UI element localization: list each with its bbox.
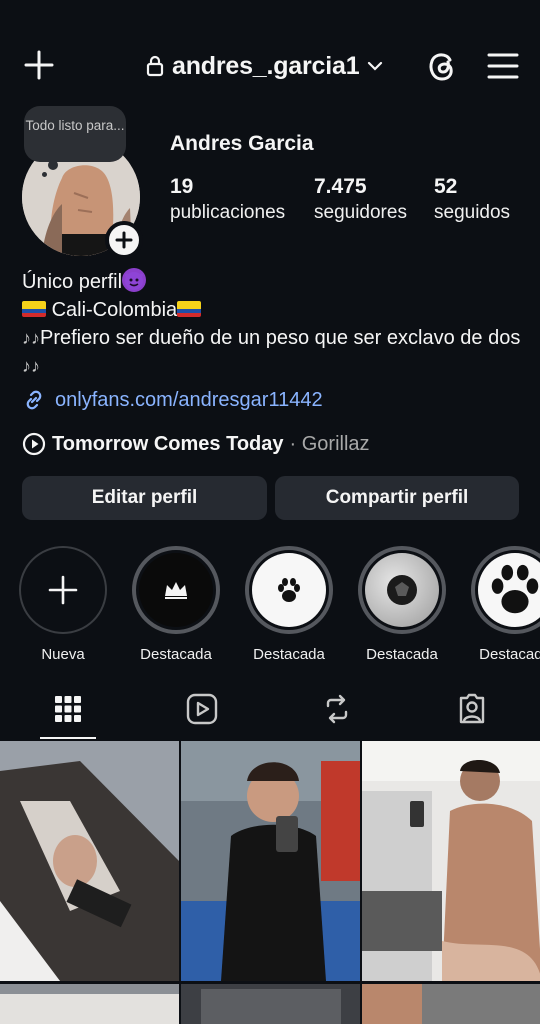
active-tab-indicator [40,737,96,739]
bio: Único perfil Cali-Colombia ♪♪Prefiero se… [22,268,527,380]
edit-profile-button[interactable]: Editar perfil [22,476,267,520]
highlight-label: Destacada [140,646,212,663]
lock-icon [146,55,164,77]
reels-icon[interactable] [185,692,219,726]
colombia-flag-icon [22,301,46,317]
tagged-icon[interactable] [455,692,489,726]
highlight-item[interactable]: Destacada [132,546,220,663]
chevron-down-icon [368,61,383,71]
stat-label: publicaciones [170,202,286,223]
post-thumbnail[interactable] [181,741,360,981]
play-circle-icon [22,432,46,456]
threads-icon[interactable] [424,48,460,84]
profile-note[interactable]: Todo listo para... [24,106,126,162]
post-thumbnail[interactable] [362,983,540,1024]
menu-icon[interactable] [486,50,520,82]
ball-icon [387,575,417,605]
share-profile-button[interactable]: Compartir perfil [275,476,519,520]
song-artist: · Gorillaz [289,432,370,455]
stat-label: seguidores [314,202,407,223]
post-thumbnail[interactable] [181,983,360,1024]
bio-line-2: Cali-Colombia [51,299,178,321]
highlight-item[interactable]: Destacada [471,546,540,663]
reposts-icon[interactable] [320,692,354,726]
highlight-label: Nueva [41,646,85,663]
highlight-label: Destacada [366,646,438,663]
post-thumbnail[interactable] [362,741,540,981]
stat-followers[interactable]: 7.475 seguidores [314,174,407,226]
crown-icon [165,582,187,599]
grid-icon[interactable] [51,692,85,726]
highlight-item[interactable]: Destacada [358,546,446,663]
paw-icon [491,564,539,614]
profile-link[interactable]: onlyfans.com/andresgar11442 [22,388,323,412]
add-story-button[interactable] [105,221,143,259]
song-title: Tomorrow Comes Today [52,432,284,455]
highlight-item[interactable]: Destacada [245,546,333,663]
music-notes-icon: ♪♪ [22,328,40,348]
paw-icon [278,578,300,602]
stat-value: 7.475 [314,175,367,198]
post-thumbnail[interactable] [0,741,179,981]
bio-line-3: Prefiero ser dueño de un peso que ser ex… [40,327,521,349]
account-switcher[interactable]: andres_.garcia1 [146,48,383,84]
stat-following[interactable]: 52 seguidos [434,174,510,226]
highlight-label: Destacada [479,646,540,663]
stat-value: 52 [434,175,458,198]
music-notes-icon: ♪♪ [22,356,40,376]
highlight-label: Destacada [253,646,325,663]
plus-icon [48,575,78,605]
devil-emoji-icon [122,268,147,292]
link-icon [26,390,42,410]
plus-icon [115,231,133,249]
post-thumbnail[interactable] [0,983,179,1024]
stat-value: 19 [170,175,194,198]
plus-icon[interactable] [22,48,56,82]
highlight-new[interactable]: Nueva [19,546,107,663]
colombia-flag-icon [177,301,202,317]
profile-link-text: onlyfans.com/andresgar11442 [55,388,323,411]
bio-line-1: Único perfil [22,271,123,293]
stat-label: seguidos [434,202,511,223]
profile-music[interactable]: Tomorrow Comes Today · Gorillaz [22,432,370,456]
profile-full-name: Andres Garcia [170,132,314,155]
posts-grid [0,741,540,1024]
username: andres_.garcia1 [172,51,360,80]
stat-posts[interactable]: 19 publicaciones [170,174,285,226]
